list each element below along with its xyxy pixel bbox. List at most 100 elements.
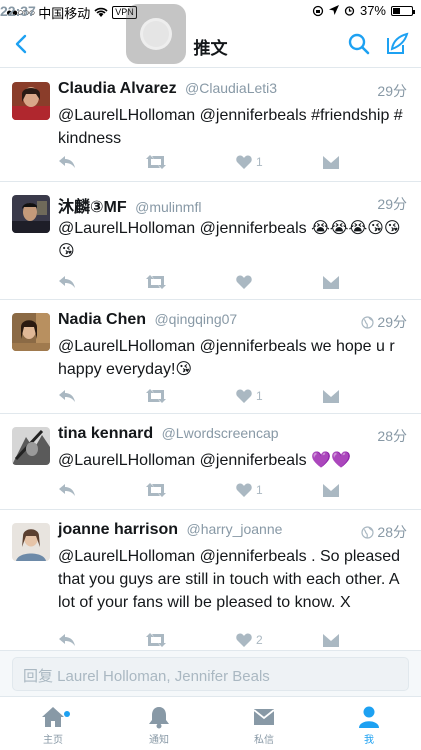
display-name[interactable]: Claudia Alvarez	[58, 80, 177, 97]
new-content-dot	[64, 711, 70, 717]
reply-icon	[59, 634, 75, 646]
tab-notifications[interactable]: 通知	[124, 705, 194, 746]
like-button[interactable]: 2	[236, 630, 263, 650]
tweet-text: @LaurelLHolloman @jenniferbeals #friends…	[58, 107, 403, 147]
envelope-icon	[323, 389, 339, 403]
timestamp: 29分	[361, 312, 407, 332]
user-handle[interactable]: @qingqing07	[154, 311, 237, 327]
envelope-icon	[323, 155, 339, 169]
tweet-text: @LaurelLHolloman @jenniferbeals 😭😭😭😘😘😘	[58, 220, 401, 260]
heart-icon	[236, 483, 252, 497]
user-handle[interactable]: @ClaudiaLeti3	[185, 80, 277, 96]
tweet-item[interactable]: tina kennard @Lwordscreencap 28分 @Laurel…	[0, 414, 421, 510]
alarm-icon	[344, 6, 355, 16]
direct-message-button[interactable]	[323, 480, 339, 500]
compose-tweet-icon[interactable]	[383, 30, 411, 58]
retweet-button[interactable]	[146, 272, 166, 292]
heart-icon	[236, 633, 252, 647]
like-button[interactable]	[236, 272, 256, 292]
tab-messages[interactable]: 私信	[229, 705, 299, 746]
reply-icon	[59, 156, 75, 168]
display-name[interactable]: joanne harrison	[58, 521, 178, 538]
avatar[interactable]	[12, 313, 50, 351]
reply-icon	[59, 276, 75, 288]
reply-button[interactable]	[58, 480, 76, 500]
heart-icon	[236, 389, 252, 403]
tweet-text: @LaurelLHolloman @jenniferbeals . So ple…	[58, 548, 401, 611]
avatar[interactable]	[12, 427, 50, 465]
display-name[interactable]: tina kennard	[58, 425, 153, 442]
envelope-icon	[323, 483, 339, 497]
timestamp: 29分	[377, 196, 407, 212]
reply-icon	[59, 390, 75, 402]
direct-message-button[interactable]	[323, 152, 339, 172]
bell-icon	[149, 707, 169, 729]
retweet-button[interactable]	[146, 386, 166, 406]
reply-bar: 回复 Laurel Holloman, Jennifer Beals	[0, 650, 421, 696]
tweet-text: @LaurelLHolloman @jenniferbeals 💜💜	[58, 452, 351, 469]
retweet-button[interactable]	[146, 480, 166, 500]
tweet-item[interactable]: joanne harrison @harry_joanne 28分 @Laure…	[0, 510, 421, 650]
envelope-icon	[323, 275, 339, 289]
tweet-text: @LaurelLHolloman @jenniferbeals we hope …	[58, 338, 395, 378]
battery-icon	[391, 5, 415, 16]
reply-button[interactable]	[58, 272, 76, 292]
retweet-icon	[146, 155, 166, 169]
orientation-lock-icon	[312, 5, 324, 16]
display-name[interactable]: Nadia Chen	[58, 311, 146, 328]
reply-input[interactable]: 回复 Laurel Holloman, Jennifer Beals	[12, 657, 409, 691]
envelope-icon	[253, 709, 275, 725]
like-button[interactable]: 1	[236, 386, 263, 406]
timestamp: 28分	[377, 428, 407, 444]
tab-label: 通知	[149, 735, 169, 746]
search-icon[interactable]	[345, 30, 373, 58]
reply-button[interactable]	[58, 386, 76, 406]
retweet-button[interactable]	[146, 152, 166, 172]
globe-icon	[361, 525, 375, 539]
user-handle[interactable]: @Lwordscreencap	[162, 425, 279, 441]
tab-label: 我	[364, 735, 374, 746]
direct-message-button[interactable]	[323, 272, 339, 292]
nav-bar: 推文	[0, 22, 421, 68]
tweet-item[interactable]: 沐麟③MF @mulinmfl 29分 @LaurelLHolloman @je…	[0, 182, 421, 300]
person-icon	[359, 706, 379, 728]
retweet-icon	[146, 389, 166, 403]
assistive-touch-button[interactable]	[126, 4, 186, 64]
tab-home[interactable]: 主页	[18, 705, 88, 746]
location-icon	[328, 5, 339, 15]
like-button[interactable]: 1	[236, 480, 263, 500]
retweet-icon	[146, 483, 166, 497]
envelope-icon	[323, 633, 339, 647]
reply-button[interactable]	[58, 630, 76, 650]
status-bar: ●●○○○ 中国移动 VPN 22:37 37%	[0, 0, 421, 22]
tab-label: 私信	[254, 735, 274, 746]
tab-bar: 主页 通知 私信 我	[0, 696, 421, 750]
globe-icon	[361, 315, 375, 329]
timestamp: 29分	[377, 83, 407, 99]
home-icon	[42, 707, 64, 727]
like-count: 1	[256, 389, 263, 403]
like-count: 2	[256, 633, 263, 647]
user-handle[interactable]: @mulinmfl	[135, 199, 201, 215]
direct-message-button[interactable]	[323, 630, 339, 650]
reply-icon	[59, 484, 75, 496]
reply-button[interactable]	[58, 152, 76, 172]
direct-message-button[interactable]	[323, 386, 339, 406]
user-handle[interactable]: @harry_joanne	[186, 521, 282, 537]
avatar[interactable]	[12, 195, 50, 233]
tweet-item[interactable]: Claudia Alvarez @ClaudiaLeti3 29分 @Laure…	[0, 69, 421, 182]
retweet-icon	[146, 633, 166, 647]
like-count: 1	[256, 483, 263, 497]
tab-me[interactable]: 我	[334, 705, 404, 746]
like-button[interactable]: 1	[236, 152, 263, 172]
retweet-icon	[146, 275, 166, 289]
avatar[interactable]	[12, 82, 50, 120]
timestamp: 28分	[361, 522, 407, 542]
heart-icon	[236, 275, 252, 289]
retweet-button[interactable]	[146, 630, 166, 650]
avatar[interactable]	[12, 523, 50, 561]
like-count: 1	[256, 155, 263, 169]
tab-label: 主页	[43, 735, 63, 746]
tweet-item[interactable]: Nadia Chen @qingqing07 29分 @LaurelLHollo…	[0, 300, 421, 414]
display-name[interactable]: 沐麟③MF	[58, 199, 127, 216]
